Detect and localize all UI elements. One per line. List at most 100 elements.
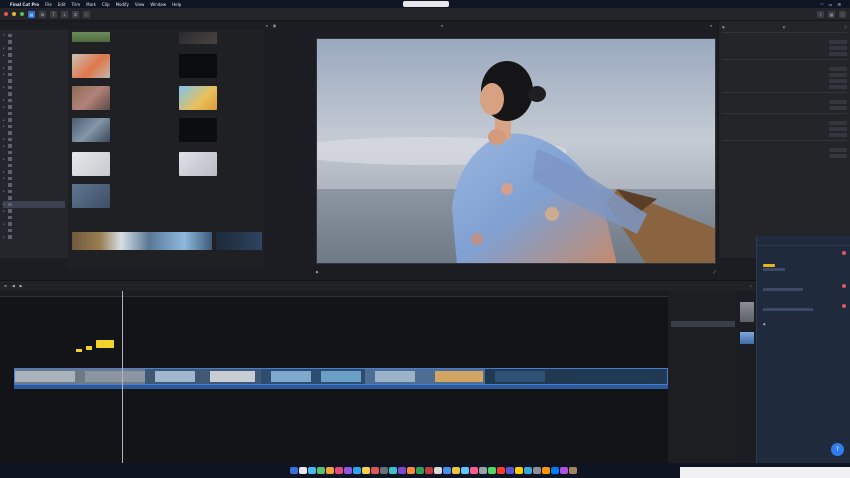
dock-app-icon[interactable] <box>533 466 541 475</box>
clip-thumbnail[interactable] <box>179 118 217 142</box>
clip-thumbnail[interactable] <box>72 32 110 42</box>
index-item[interactable] <box>671 399 735 405</box>
primary-storyline[interactable] <box>14 368 668 385</box>
menu-mark[interactable]: Mark <box>86 2 96 7</box>
inspector-section[interactable] <box>722 59 847 66</box>
clip-filmstrip[interactable] <box>72 232 212 250</box>
battery-icon[interactable]: ▭ <box>829 2 833 7</box>
clip-filmstrip[interactable] <box>216 232 262 250</box>
share-icon[interactable]: ⇪ <box>817 10 824 18</box>
zoom-menu-icon[interactable]: ▾ <box>441 24 443 28</box>
inspector-section[interactable] <box>722 140 847 147</box>
zoom-icon[interactable]: ⌕ <box>750 284 752 288</box>
dock-app-icon[interactable] <box>524 466 532 475</box>
dock-app-icon[interactable] <box>452 466 460 475</box>
fullscreen-icon[interactable]: ⤢ <box>713 270 716 274</box>
inspector-section[interactable] <box>722 32 847 39</box>
filter-icon[interactable]: ▾ <box>266 24 268 28</box>
dock-app-icon[interactable] <box>335 466 343 475</box>
dock-app-icon[interactable] <box>380 466 388 475</box>
dock-app-icon[interactable] <box>506 466 514 475</box>
dock-app-icon[interactable] <box>371 466 379 475</box>
dock-app-icon[interactable] <box>461 466 469 475</box>
dock-app-icon[interactable] <box>425 466 433 475</box>
dock-app-icon[interactable] <box>542 466 550 475</box>
layout-icon[interactable]: ▦ <box>828 10 835 18</box>
side-thumb[interactable] <box>740 332 754 344</box>
side-thumb[interactable] <box>740 302 754 322</box>
control-center-icon[interactable]: ☰ <box>837 2 841 7</box>
clip-thumbnail[interactable] <box>72 152 110 176</box>
menu-edit[interactable]: Edit <box>58 2 66 7</box>
inspector-row[interactable] <box>722 84 847 90</box>
checkmark-icon[interactable]: ✓ <box>83 10 90 18</box>
dock-app-icon[interactable] <box>317 466 325 475</box>
video-viewer[interactable] <box>316 38 716 264</box>
dock-app-icon[interactable] <box>515 466 523 475</box>
dock-app-icon[interactable] <box>353 466 361 475</box>
chat-message[interactable] <box>761 282 846 294</box>
color-inspector-icon[interactable]: ◐ <box>783 25 786 29</box>
wifi-icon[interactable]: ◠ <box>820 2 824 7</box>
zoom-window-icon[interactable] <box>20 12 24 16</box>
dock-app-icon[interactable] <box>470 466 478 475</box>
menu-window[interactable]: Window <box>150 2 166 7</box>
sidebar-item[interactable]: ▸ <box>3 234 65 241</box>
clip-thumbnail[interactable] <box>179 54 217 78</box>
menu-clip[interactable]: Clip <box>102 2 110 7</box>
playhead[interactable] <box>122 291 123 463</box>
inspector-row[interactable] <box>722 105 847 111</box>
app-menu[interactable]: Final Cut Pro <box>10 2 39 7</box>
chat-message[interactable]: ◉ <box>761 320 846 328</box>
dock-app-icon[interactable] <box>569 466 577 475</box>
dock-app-icon[interactable] <box>362 466 370 475</box>
chat-message[interactable] <box>761 249 846 255</box>
titles-icon[interactable]: T <box>50 10 57 18</box>
inspector-row[interactable] <box>722 132 847 138</box>
play-icon[interactable]: ▶ <box>316 270 319 274</box>
dock-app-icon[interactable] <box>497 466 505 475</box>
inspector-section[interactable] <box>722 113 847 120</box>
dock-app-icon[interactable] <box>551 466 559 475</box>
library-icon[interactable]: ▤ <box>28 10 35 18</box>
dock-app-icon[interactable] <box>389 466 397 475</box>
dock-app-icon[interactable] <box>344 466 352 475</box>
dock-app-icon[interactable] <box>416 466 424 475</box>
clip-thumbnail[interactable] <box>179 32 217 44</box>
keyword-icon[interactable]: ⚿ <box>72 10 79 18</box>
minimize-window-icon[interactable] <box>12 12 16 16</box>
clip-thumbnail[interactable] <box>72 54 110 78</box>
dock-app-icon[interactable] <box>443 466 451 475</box>
video-inspector-icon[interactable]: ▣ <box>722 25 725 29</box>
dock-app-icon[interactable] <box>326 466 334 475</box>
dock-app-icon[interactable] <box>407 466 415 475</box>
dock-app-icon[interactable] <box>299 466 307 475</box>
title-clip[interactable] <box>86 346 92 350</box>
clip-thumbnail[interactable] <box>72 184 110 208</box>
menu-file[interactable]: File <box>45 2 52 7</box>
dock-app-icon[interactable] <box>488 466 496 475</box>
dock-app-icon[interactable] <box>308 466 316 475</box>
inspector-toggle-icon[interactable]: ⓘ <box>839 10 846 18</box>
inspector-row[interactable] <box>722 153 847 159</box>
inspector-row[interactable] <box>722 51 847 57</box>
clip-thumbnail[interactable] <box>72 86 110 110</box>
inspector-section[interactable] <box>722 92 847 99</box>
menu-view[interactable]: View <box>135 2 145 7</box>
view-menu-icon[interactable]: ▾ <box>710 24 712 28</box>
primary-audio[interactable] <box>14 385 668 389</box>
dock-app-icon[interactable] <box>434 466 442 475</box>
chat-message[interactable] <box>761 258 846 274</box>
chat-message[interactable] <box>761 302 846 314</box>
clip-thumbnail[interactable] <box>179 86 217 110</box>
menu-help[interactable]: Help <box>172 2 181 7</box>
status-pill[interactable] <box>403 1 449 7</box>
menu-modify[interactable]: Modify <box>116 2 129 7</box>
back-icon[interactable]: ◀ <box>12 284 15 288</box>
clip-thumbnail[interactable] <box>179 152 217 176</box>
photos-icon[interactable]: ✿ <box>39 10 46 18</box>
viewer-options-icon[interactable]: ▦ <box>273 24 276 28</box>
dock-app-icon[interactable] <box>560 466 568 475</box>
index-icon[interactable]: ≡ <box>4 284 7 288</box>
title-clip[interactable] <box>76 349 82 352</box>
